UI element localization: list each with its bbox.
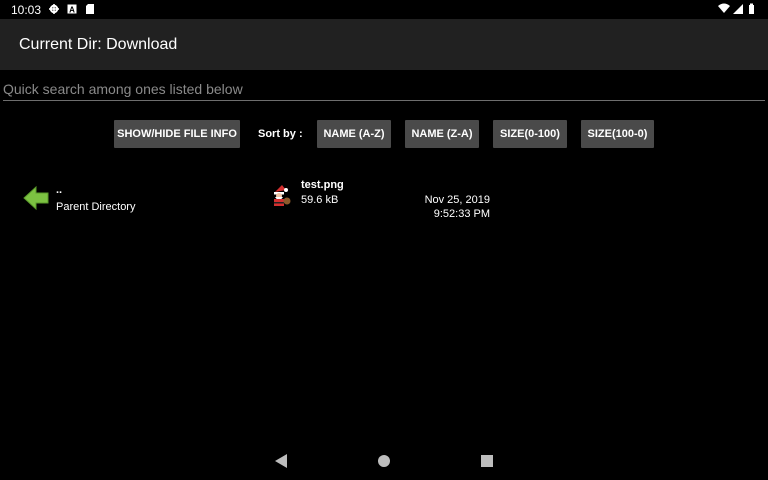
wifi-icon: [718, 3, 730, 13]
status-time: 10:03: [11, 3, 42, 17]
search-input[interactable]: [3, 80, 765, 98]
file-date: Nov 25, 2019: [424, 194, 490, 206]
status-right-icons: [718, 3, 760, 15]
status-bar: 10:03 A: [0, 0, 768, 19]
search-field[interactable]: [3, 80, 765, 101]
back-icon[interactable]: [274, 454, 288, 473]
navigation-bar: [0, 445, 768, 480]
home-icon[interactable]: [377, 454, 391, 473]
page-title: Current Dir: Download: [19, 36, 178, 53]
back-arrow-icon: [22, 184, 50, 212]
gear-icon: [49, 4, 59, 14]
sd-card-icon: [85, 4, 95, 14]
show-hide-file-info-button[interactable]: SHOW/HIDE FILE INFO: [114, 120, 240, 148]
file-name: test.png: [301, 179, 344, 191]
file-time: 9:52:33 PM: [433, 208, 490, 220]
file-size: 59.6 kB: [301, 194, 339, 206]
sort-name-az-button[interactable]: NAME (A-Z): [317, 120, 391, 148]
santa-icon: [270, 184, 292, 208]
app-bar: Current Dir: Download: [0, 19, 768, 70]
parent-directory-item[interactable]: .. Parent Directory: [22, 182, 222, 218]
parent-directory-label: Parent Directory: [56, 201, 136, 213]
sort-by-label: Sort by :: [258, 128, 303, 140]
sort-size-desc-button[interactable]: SIZE(100-0): [581, 120, 654, 148]
parent-directory-name: ..: [56, 184, 63, 196]
a-box-icon: A: [67, 4, 77, 14]
sort-size-asc-button[interactable]: SIZE(0-100): [493, 120, 567, 148]
svg-text:A: A: [69, 5, 75, 14]
recents-icon[interactable]: [480, 454, 494, 473]
signal-icon: [733, 4, 743, 14]
sort-name-za-button[interactable]: NAME (Z-A): [405, 120, 479, 148]
battery-icon: [749, 3, 754, 14]
